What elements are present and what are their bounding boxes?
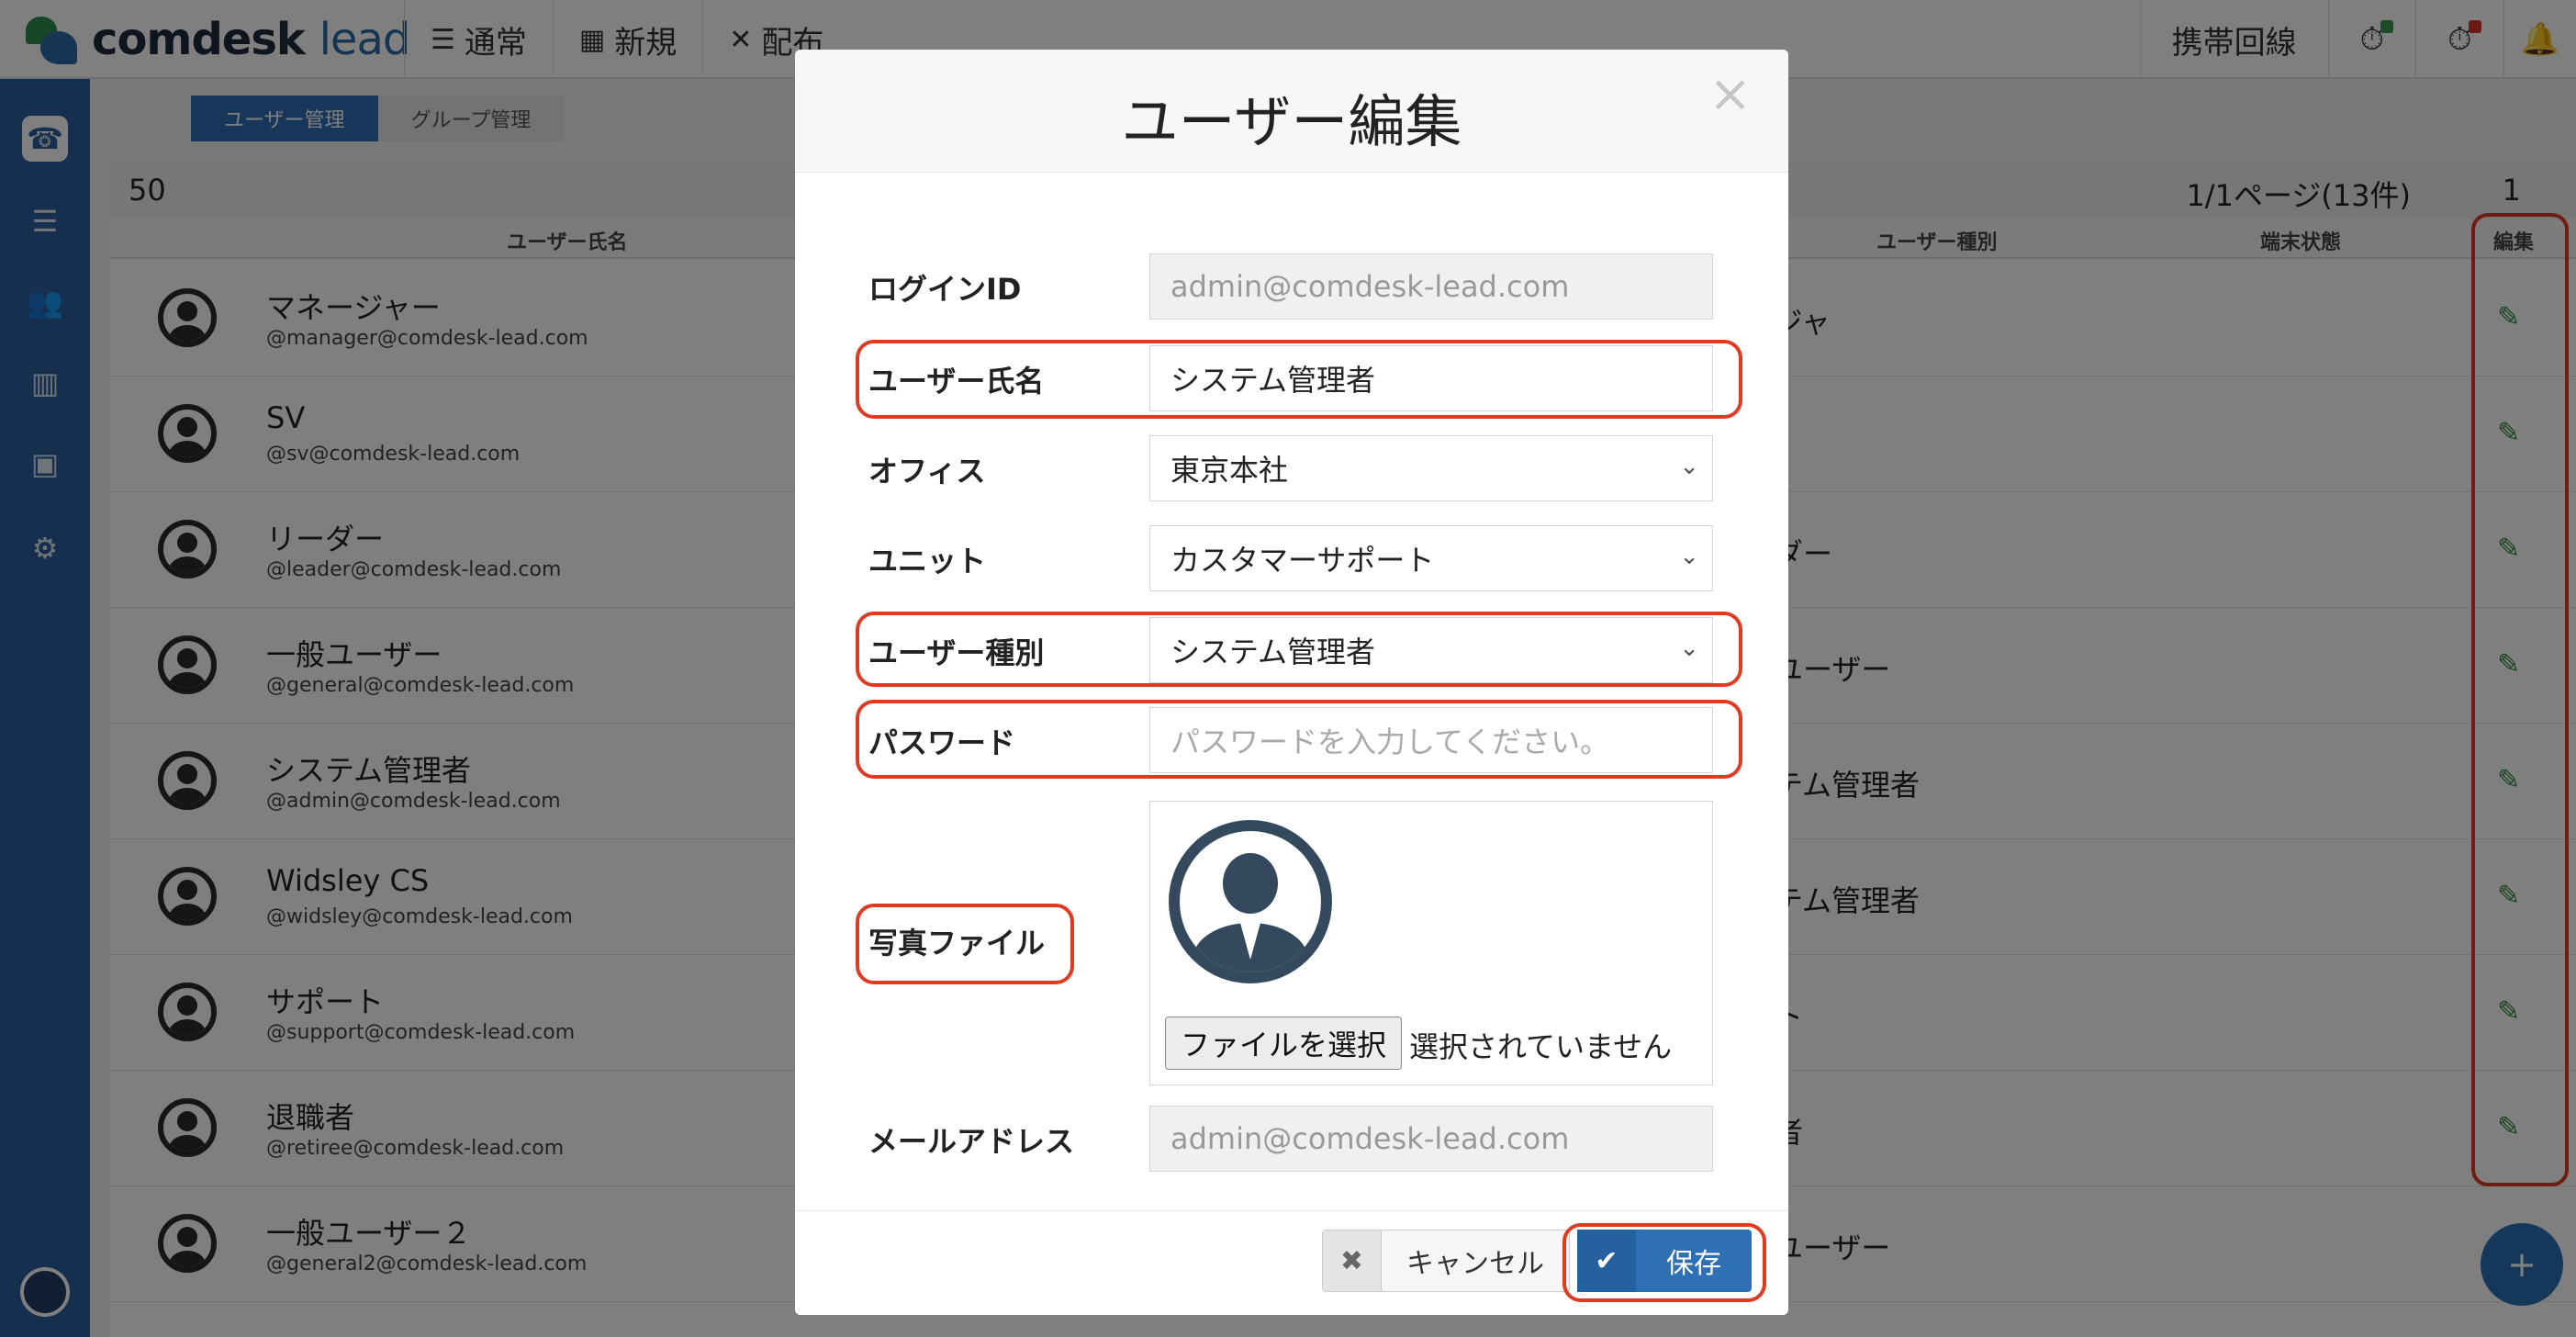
unit-label: ユニット	[868, 544, 987, 579]
email-label: メールアドレス	[868, 1124, 1075, 1159]
email-field: admin@comdesk-lead.com	[1149, 1106, 1713, 1172]
annotation-photo	[856, 904, 1074, 984]
user-photo-avatar	[1169, 820, 1332, 983]
chevron-down-icon: ⌄	[1679, 453, 1699, 480]
login-id-field: admin@comdesk-lead.com	[1149, 253, 1713, 320]
photo-upload-box: ファイルを選択 選択されていません	[1149, 801, 1713, 1085]
annotation-user-type	[856, 612, 1742, 687]
annotation-user-name	[856, 340, 1742, 419]
annotation-save	[1562, 1223, 1766, 1302]
close-icon[interactable]: ×	[1708, 64, 1752, 124]
cancel-button[interactable]: ✖ キャンセル	[1322, 1230, 1570, 1292]
choose-file-button[interactable]: ファイルを選択	[1165, 1017, 1402, 1070]
office-value: 東京本社	[1170, 453, 1289, 488]
unit-select[interactable]: カスタマーサポート ⌄	[1149, 525, 1713, 591]
file-status: 選択されていません	[1409, 1029, 1673, 1064]
annotation-password	[856, 700, 1742, 779]
modal-title: ユーザー編集	[1121, 88, 1462, 155]
close-icon: ✖	[1323, 1230, 1382, 1291]
chevron-down-icon: ⌄	[1679, 543, 1699, 570]
office-label: オフィス	[868, 454, 986, 489]
login-id-label: ログインID	[868, 272, 1022, 307]
unit-value: カスタマーサポート	[1170, 543, 1435, 578]
modal-header: ユーザー編集 ×	[795, 50, 1788, 173]
cancel-label: キャンセル	[1406, 1248, 1544, 1280]
office-select[interactable]: 東京本社 ⌄	[1149, 435, 1713, 501]
